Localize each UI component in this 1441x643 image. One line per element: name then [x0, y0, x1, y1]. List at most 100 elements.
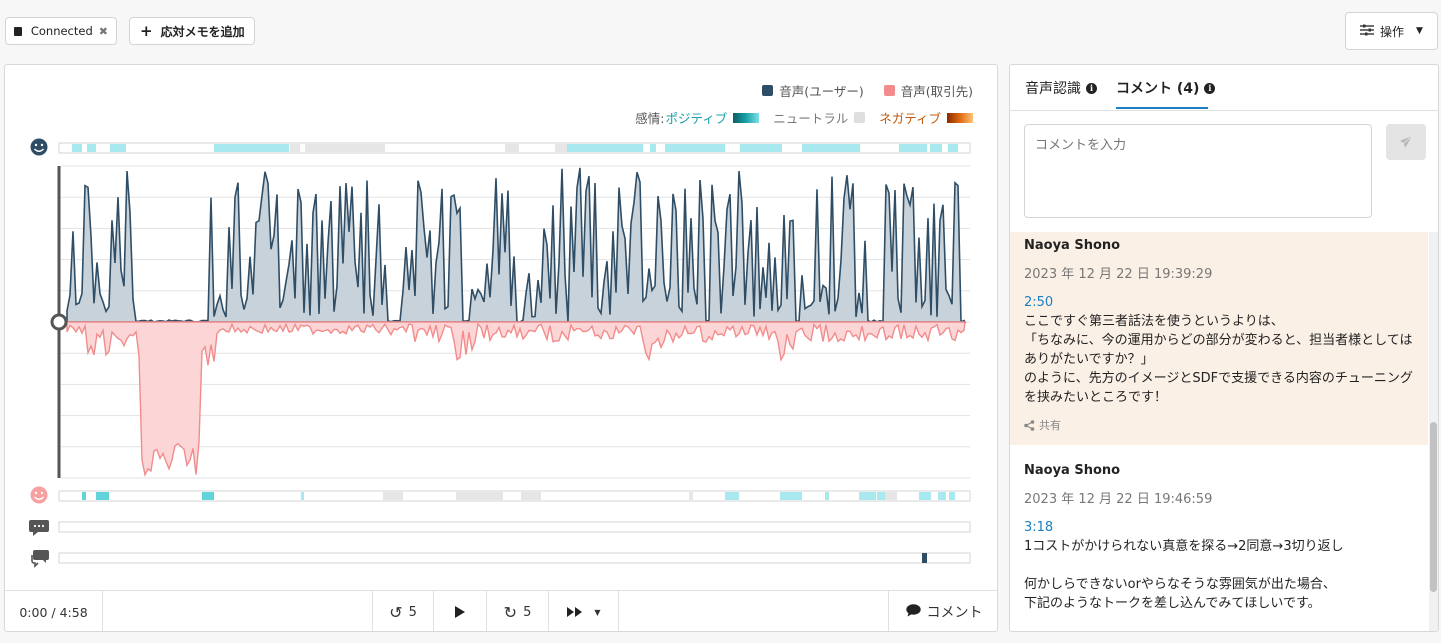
- user-voice-waveform: [66, 167, 967, 324]
- emotion-segment[interactable]: [948, 144, 958, 152]
- comment-date: 2023 年 12 月 22 日 19:46:59: [1024, 492, 1213, 507]
- comment-date: 2023 年 12 月 22 日 19:39:29: [1024, 267, 1213, 282]
- emotion-segment[interactable]: [885, 492, 897, 500]
- tab-comments-label: コメント (4): [1116, 81, 1200, 97]
- comment-body: 1コストがかけられない真意を探る→2同意→3切り返し 何かしらできないorやらな…: [1024, 539, 1344, 611]
- play-button[interactable]: [434, 591, 487, 631]
- comment-track: [58, 552, 971, 564]
- emotion-segment[interactable]: [725, 492, 739, 500]
- active-tab-indicator: [1116, 107, 1208, 109]
- comment-item: Naoya Shono 2023 年 12 月 22 日 19:39:29 2:…: [1010, 232, 1428, 445]
- rewind-button[interactable]: ↺ 5: [372, 591, 434, 631]
- connected-label: Connected: [30, 24, 93, 38]
- info-icon: i: [1086, 82, 1097, 94]
- emotion-segment[interactable]: [877, 492, 885, 500]
- emotion-segment[interactable]: [202, 492, 214, 500]
- client-voice-waveform: [66, 321, 966, 477]
- add-memo-label: 応対メモを追加: [160, 24, 245, 39]
- emotion-segment[interactable]: [665, 144, 725, 152]
- emotion-segment[interactable]: [740, 144, 782, 152]
- emotion-segment[interactable]: [96, 492, 109, 500]
- tab-speech-recognition[interactable]: 音声認識 i: [1025, 78, 1097, 98]
- waveform-chart[interactable]: [5, 65, 998, 585]
- comment-body: ここですぐ第三者話法を使うというよりは、 「ちなみに、今の運用からどの部分が変わ…: [1024, 314, 1413, 405]
- comment-marker[interactable]: [922, 553, 927, 563]
- emotion-segment[interactable]: [383, 492, 403, 500]
- share-icon: [1024, 420, 1035, 431]
- tab-speech-label: 音声認識: [1025, 81, 1081, 97]
- audio-analysis-panel: 音声(ユーザー) 音声(取引先) 感情: ポジティブ ニュートラル ネガティブ: [4, 64, 998, 632]
- time-display: 0:00 / 4:58: [19, 604, 88, 620]
- share-label: 共有: [1039, 419, 1061, 432]
- comment-scrollbar[interactable]: [1429, 232, 1438, 631]
- emotion-segment[interactable]: [949, 492, 955, 500]
- plus-icon: +: [140, 22, 153, 40]
- close-icon[interactable]: ✖: [99, 25, 108, 38]
- emotion-segment[interactable]: [72, 144, 82, 152]
- emotion-segment[interactable]: [930, 144, 942, 152]
- emotion-segment[interactable]: [825, 492, 829, 500]
- caret-down-icon: ▼: [594, 607, 601, 617]
- tab-comments[interactable]: コメント (4) i: [1116, 78, 1216, 98]
- emotion-segment[interactable]: [82, 492, 86, 500]
- transcript-track: [58, 521, 971, 533]
- scrollbar-thumb[interactable]: [1430, 422, 1437, 592]
- emotion-segment[interactable]: [301, 492, 304, 500]
- sliders-icon: [1360, 24, 1374, 39]
- comment-button-label: コメント: [926, 605, 983, 621]
- rewind-icon: ↺: [389, 602, 403, 622]
- emotion-segment[interactable]: [859, 492, 876, 500]
- emotion-segment[interactable]: [650, 144, 656, 152]
- emotion-segment[interactable]: [214, 144, 289, 152]
- emotion-segment[interactable]: [290, 144, 300, 152]
- forward-button[interactable]: ↻ 5: [487, 591, 549, 631]
- play-icon: [455, 606, 465, 618]
- comment-input[interactable]: [1024, 124, 1372, 218]
- emotion-segment[interactable]: [87, 144, 96, 152]
- emotion-segment[interactable]: [780, 492, 802, 500]
- playback-speed-button[interactable]: ▼: [549, 591, 619, 631]
- add-comment-button[interactable]: コメント: [888, 591, 997, 631]
- share-button[interactable]: 共有: [1024, 416, 1414, 435]
- comments-icon: [31, 550, 49, 568]
- player-controls: 0:00 / 4:58 ↺ 5 ↻ 5 ▼ コメント: [5, 590, 997, 631]
- emotion-segment[interactable]: [505, 144, 519, 152]
- playhead-handle[interactable]: [50, 313, 68, 331]
- comment-list: Naoya Shono 2023 年 12 月 22 日 19:39:29 2:…: [1010, 232, 1428, 631]
- caret-down-icon: ▼: [1416, 26, 1423, 36]
- emotion-segment[interactable]: [456, 492, 503, 500]
- operations-button[interactable]: 操作 ▼: [1345, 12, 1438, 50]
- emotion-segment[interactable]: [899, 144, 927, 152]
- send-icon: [1400, 135, 1413, 148]
- send-comment-button[interactable]: [1386, 124, 1426, 160]
- comment-item: Naoya Shono 2023 年 12 月 22 日 19:46:59 3:…: [1010, 445, 1428, 623]
- add-memo-button[interactable]: + 応対メモを追加: [129, 17, 255, 45]
- rewind-seconds: 5: [408, 604, 417, 620]
- negative-face-icon: [30, 486, 48, 504]
- emotion-segment[interactable]: [110, 144, 126, 152]
- comment-icon: [905, 603, 921, 621]
- emotion-segment[interactable]: [689, 492, 693, 500]
- note-icon: [14, 26, 22, 36]
- emotion-segment[interactable]: [555, 144, 567, 152]
- fast-forward-icon: [567, 607, 583, 617]
- emotion-segment[interactable]: [802, 144, 860, 152]
- forward-icon: ↻: [503, 602, 518, 622]
- chat-bubble-icon: [29, 520, 49, 536]
- side-tabs: 音声認識 i コメント (4) i: [1010, 65, 1438, 111]
- emotion-segment[interactable]: [305, 144, 385, 152]
- time-display-cell: 0:00 / 4:58: [5, 591, 103, 631]
- negative-emotion-track: [58, 490, 971, 502]
- connected-tag[interactable]: Connected ✖: [5, 17, 117, 45]
- comment-author: Naoya Shono: [1024, 463, 1121, 478]
- comment-author: Naoya Shono: [1024, 238, 1121, 253]
- emotion-segment[interactable]: [521, 492, 541, 500]
- emotion-segment[interactable]: [938, 492, 946, 500]
- positive-face-icon: [30, 138, 48, 156]
- info-icon: i: [1204, 82, 1216, 94]
- comment-timestamp-link[interactable]: 2:50: [1024, 293, 1414, 312]
- forward-seconds: 5: [523, 604, 532, 620]
- emotion-segment[interactable]: [567, 144, 643, 152]
- comment-timestamp-link[interactable]: 3:18: [1024, 518, 1414, 537]
- emotion-segment[interactable]: [919, 492, 931, 500]
